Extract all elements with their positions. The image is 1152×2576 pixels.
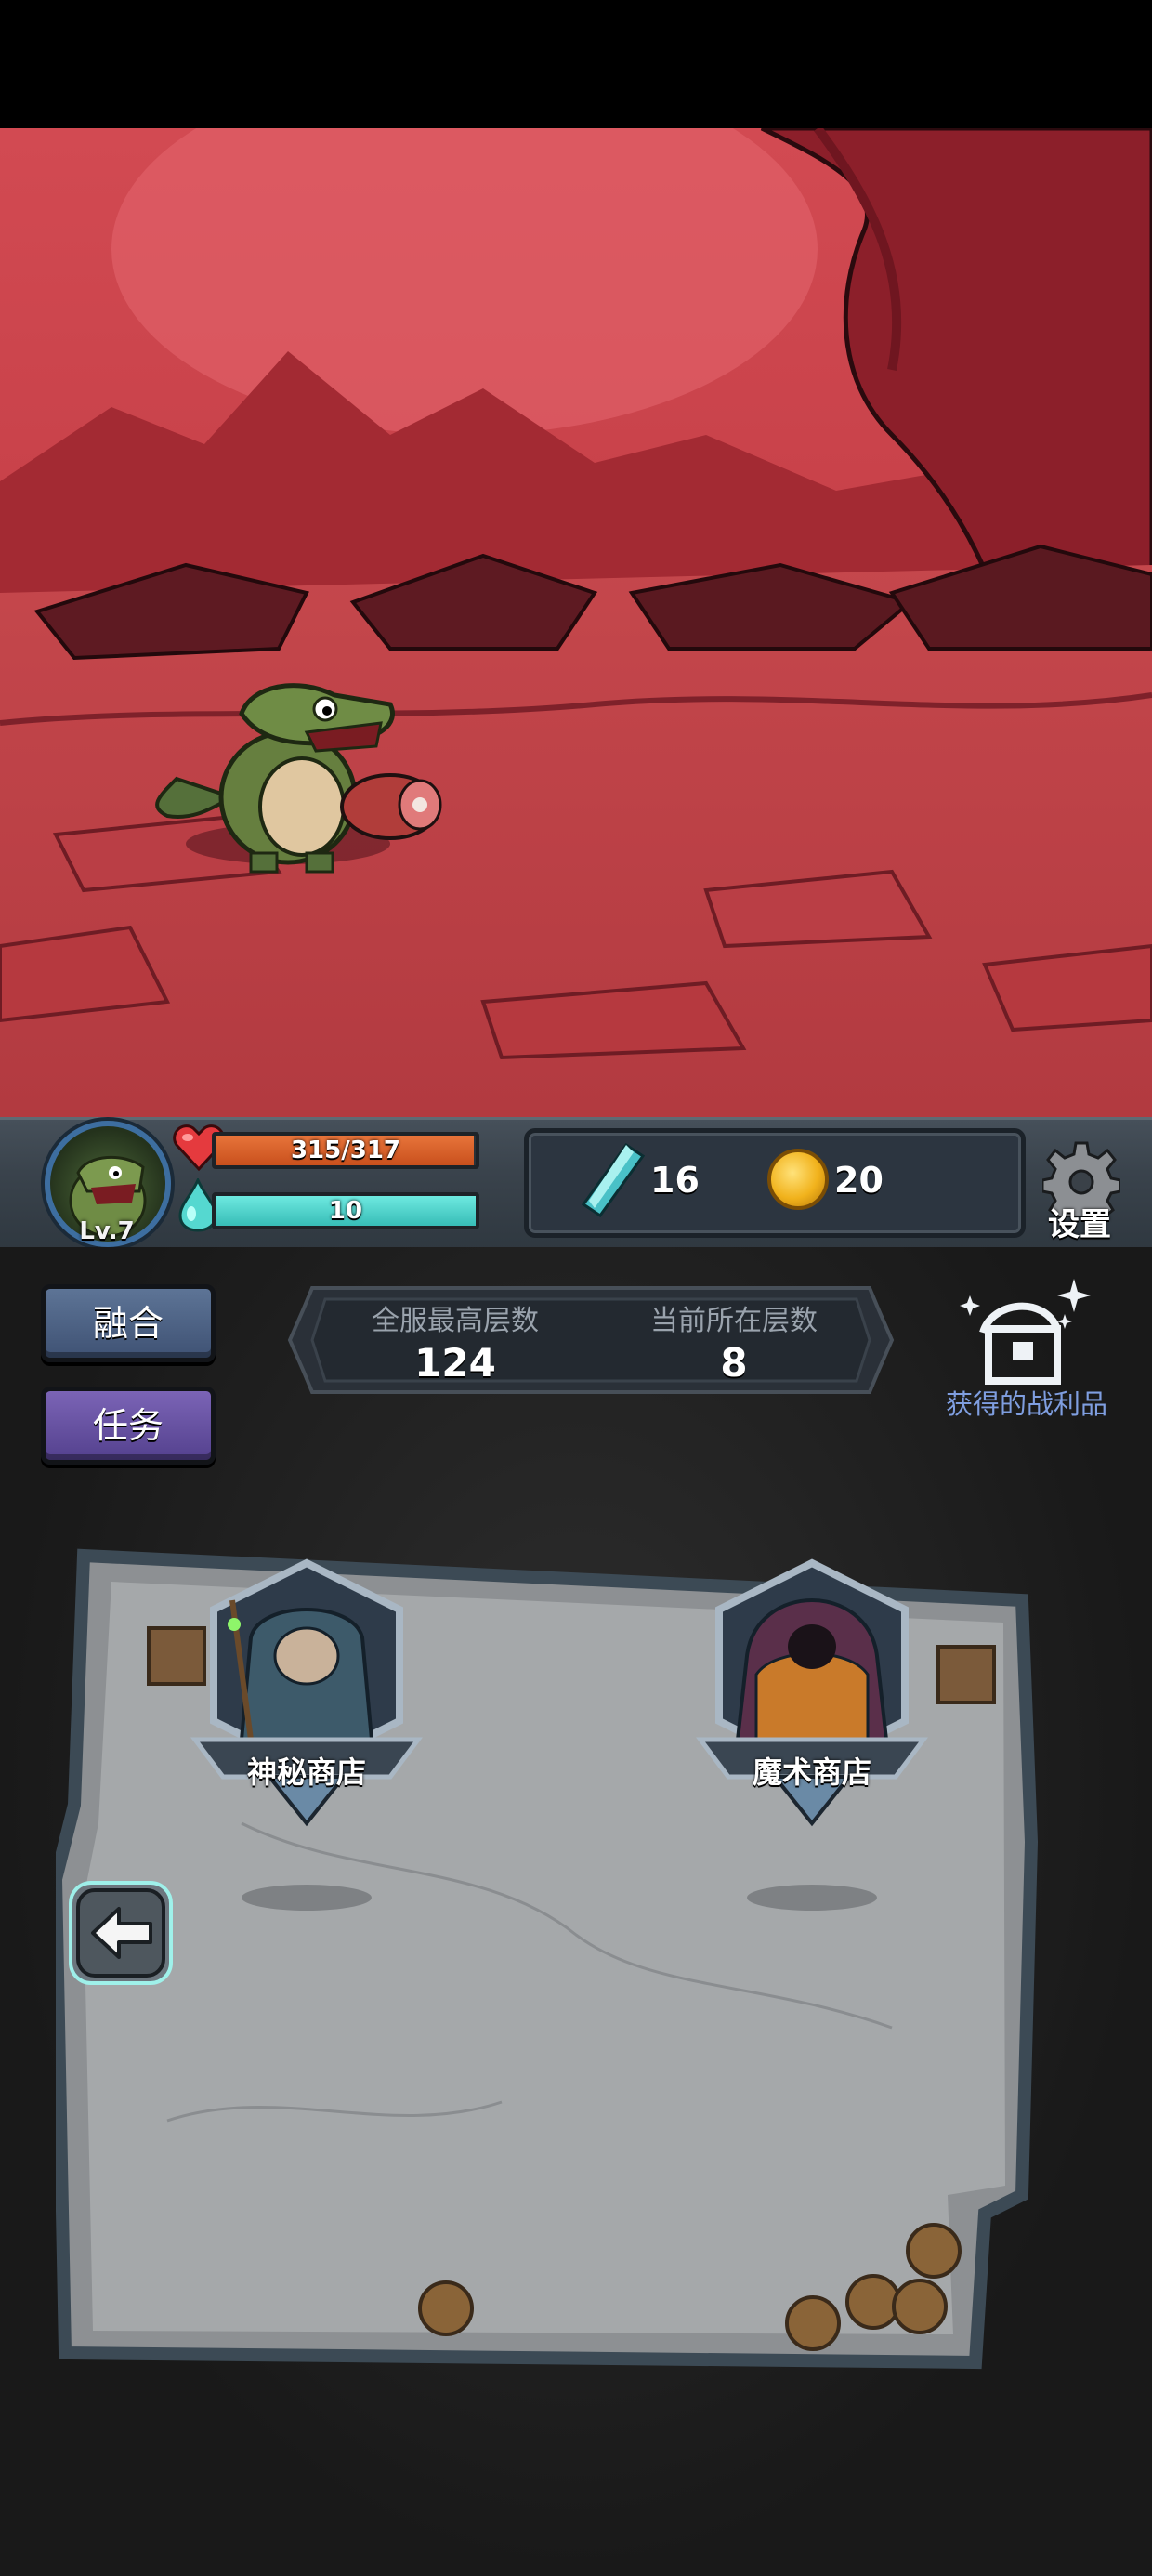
server-best-floor-label: 全服最高层数 <box>372 1305 539 1337</box>
mp-text: 10 <box>328 1197 363 1225</box>
hp-bar: 315/317 <box>212 1132 479 1169</box>
top-bar <box>0 0 1152 128</box>
player-level: Lv.7 <box>79 1217 135 1245</box>
treasure-chest-icon[interactable] <box>955 1273 1100 1394</box>
server-best-floor-value: 124 <box>414 1340 496 1386</box>
magic-shop[interactable]: 魔术商店 <box>682 1544 942 1851</box>
battle-scene <box>0 128 1152 1117</box>
current-floor-label: 当前所在层数 <box>650 1305 818 1337</box>
tasks-button[interactable]: 任务 <box>41 1387 216 1465</box>
crystal-gem-icon <box>581 1143 645 1217</box>
gold-coin-icon <box>767 1149 829 1210</box>
gem-count: 16 <box>650 1160 700 1201</box>
magic-shop-label: 魔术商店 <box>752 1755 871 1790</box>
settings-button[interactable]: 设置 <box>1048 1199 1111 1244</box>
mp-bar: 10 <box>212 1192 479 1229</box>
mystery-shop[interactable]: 神秘商店 <box>177 1544 437 1851</box>
loot-label[interactable]: 获得的战利品 <box>929 1383 1124 1422</box>
hp-text: 315/317 <box>290 1137 401 1164</box>
back-arrow-icon[interactable] <box>65 1877 177 1989</box>
fuse-button[interactable]: 融合 <box>41 1284 216 1362</box>
coin-count: 20 <box>834 1160 884 1201</box>
mystery-shop-label: 神秘商店 <box>246 1755 366 1790</box>
current-floor-value: 8 <box>720 1340 748 1386</box>
